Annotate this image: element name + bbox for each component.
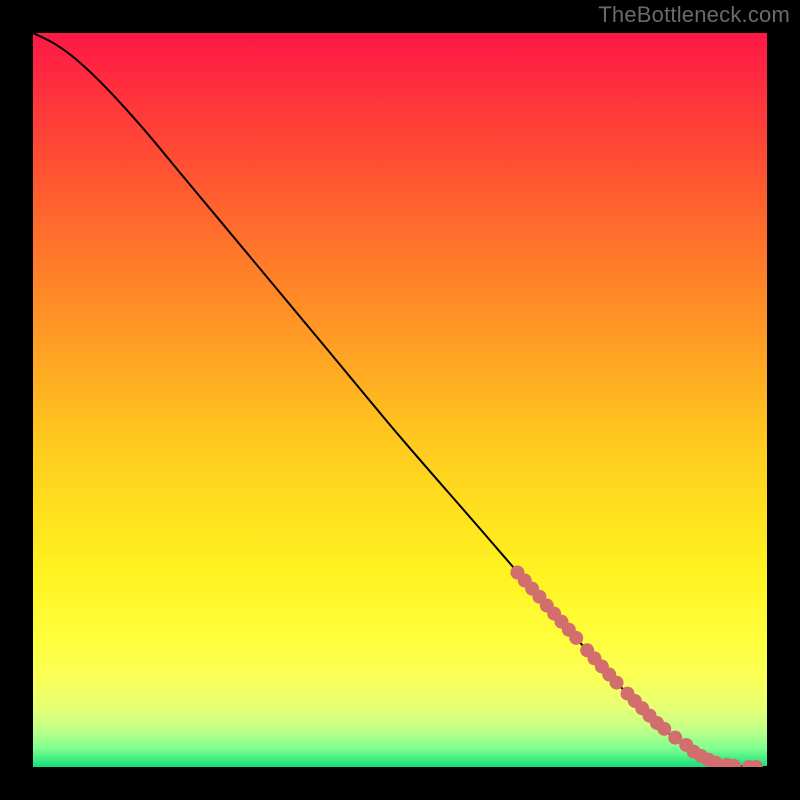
chart-svg (33, 33, 767, 767)
chart-stage: TheBottleneck.com (0, 0, 800, 800)
watermark-text: TheBottleneck.com (598, 2, 790, 28)
gradient-background (33, 33, 767, 767)
plot-area (33, 33, 767, 767)
highlight-point (569, 631, 583, 645)
highlight-point (657, 722, 671, 736)
highlight-point (610, 676, 624, 690)
